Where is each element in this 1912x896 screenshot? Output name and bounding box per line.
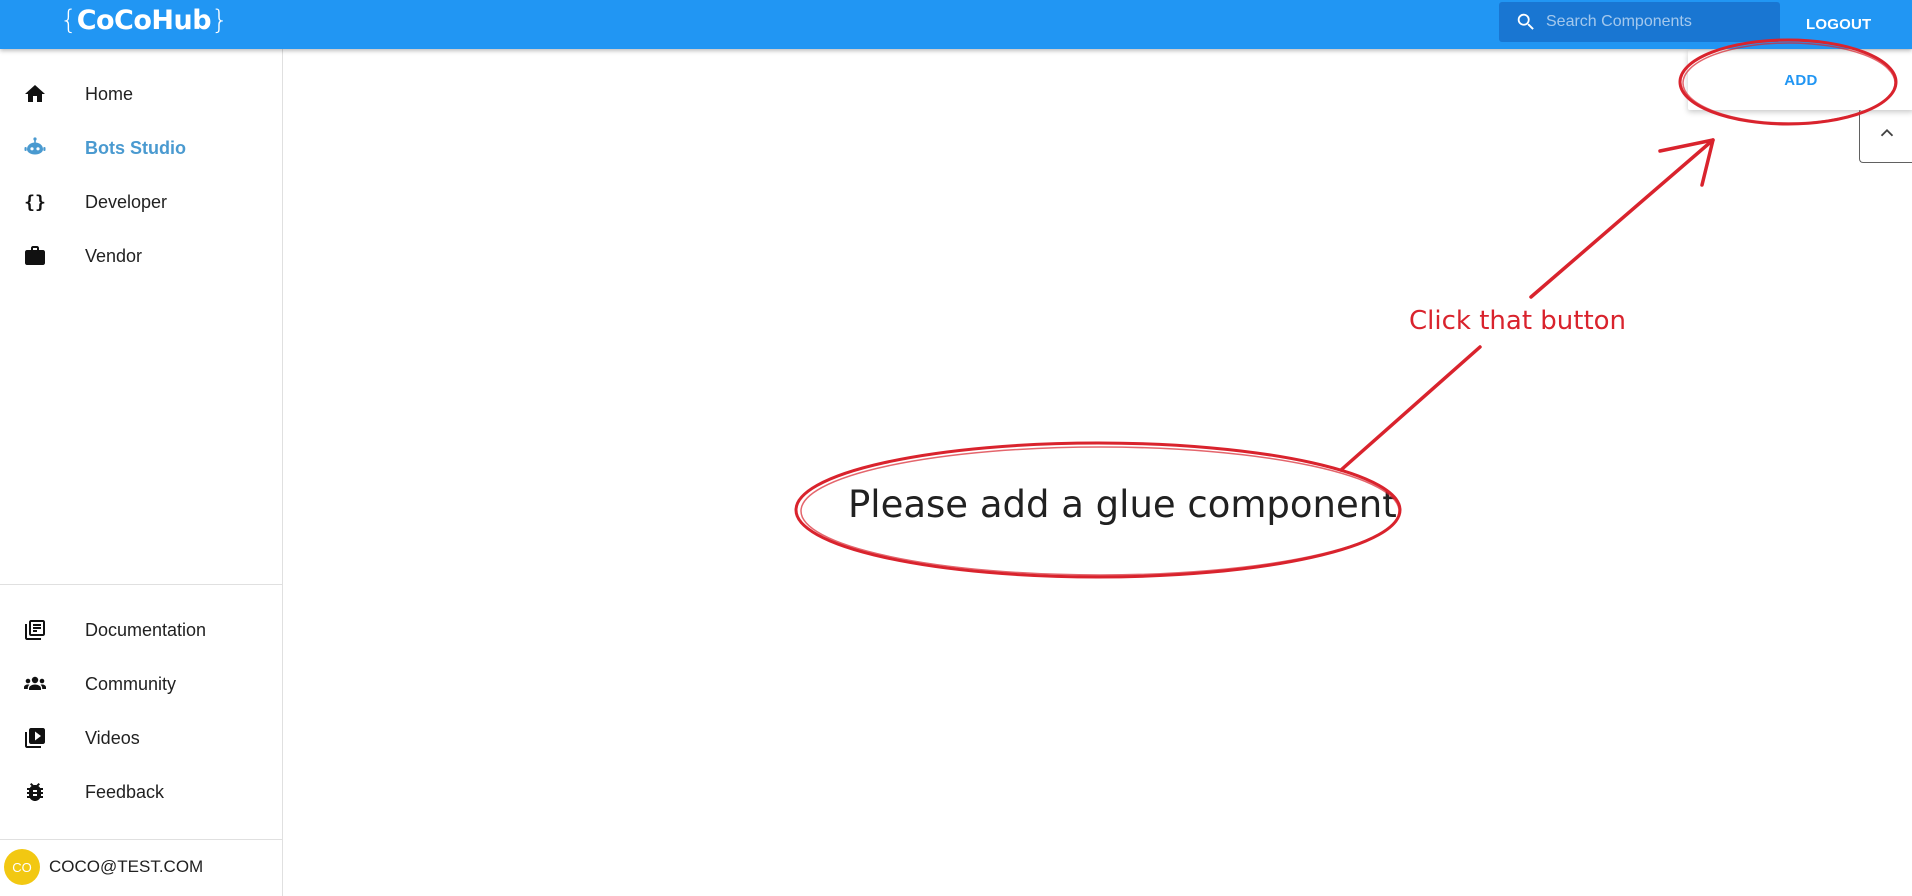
logo-open-brace: { — [60, 5, 77, 36]
sidebar-item-label: Vendor — [85, 245, 143, 266]
logo-close-brace: } — [211, 5, 228, 36]
annotation-line-lower — [1339, 345, 1482, 472]
search-box[interactable] — [1499, 2, 1780, 42]
sidebar-item-label: Bots Studio — [85, 137, 186, 158]
briefcase-icon — [23, 244, 47, 268]
annotation-arrow-shaft — [1529, 138, 1715, 299]
app-bar: {CoCoHub} LOGOUT — [0, 0, 1912, 49]
empty-state-message: Please add a glue component — [848, 483, 1397, 526]
library-books-icon — [23, 618, 47, 642]
collapse-toggle[interactable] — [1859, 108, 1912, 163]
logo-name: CoCoHub — [76, 5, 212, 36]
sidebar-item-documentation[interactable]: Documentation — [0, 603, 282, 657]
search-icon[interactable] — [1514, 10, 1538, 34]
add-button[interactable]: ADD — [1764, 64, 1837, 97]
sidebar-item-videos[interactable]: Videos — [0, 711, 282, 765]
sidebar: Home Bots Studio {} Developer Vendor Doc… — [0, 49, 283, 896]
sidebar-divider — [0, 584, 282, 585]
search-input[interactable] — [1546, 13, 1766, 31]
sidebar-item-community[interactable]: Community — [0, 657, 282, 711]
user-email: COCO@TEST.COM — [49, 857, 204, 876]
people-icon — [23, 672, 47, 696]
user-account[interactable]: CO COCO@TEST.COM — [0, 839, 282, 895]
add-menu: ADD — [1688, 50, 1912, 110]
sidebar-item-label: Documentation — [85, 619, 207, 640]
sidebar-item-label: Community — [85, 673, 177, 694]
logout-button[interactable]: LOGOUT — [1806, 12, 1871, 37]
code-braces-icon: {} — [23, 190, 47, 214]
app-logo[interactable]: {CoCoHub} — [60, 5, 228, 36]
video-library-icon — [23, 726, 47, 750]
sidebar-item-home[interactable]: Home — [0, 67, 282, 121]
sidebar-item-developer[interactable]: {} Developer — [0, 175, 282, 229]
robot-icon — [23, 136, 47, 160]
annotation-arrowhead — [1658, 138, 1715, 187]
sidebar-item-feedback[interactable]: Feedback — [0, 765, 282, 819]
svg-text:{}: {} — [24, 192, 46, 213]
annotation-overlay — [794, 38, 1898, 579]
bug-icon — [23, 780, 47, 804]
annotation-callout: Click that button — [1409, 306, 1627, 336]
sidebar-item-label: Developer — [85, 191, 168, 212]
home-icon — [23, 82, 47, 106]
sidebar-item-label: Feedback — [85, 781, 165, 802]
sidebar-item-label: Home — [85, 83, 134, 104]
sidebar-item-bots-studio[interactable]: Bots Studio — [0, 121, 282, 175]
sidebar-item-vendor[interactable]: Vendor — [0, 229, 282, 283]
chevron-up-icon[interactable] — [1876, 122, 1898, 149]
sidebar-item-label: Videos — [85, 727, 140, 748]
avatar[interactable]: CO — [4, 849, 40, 885]
